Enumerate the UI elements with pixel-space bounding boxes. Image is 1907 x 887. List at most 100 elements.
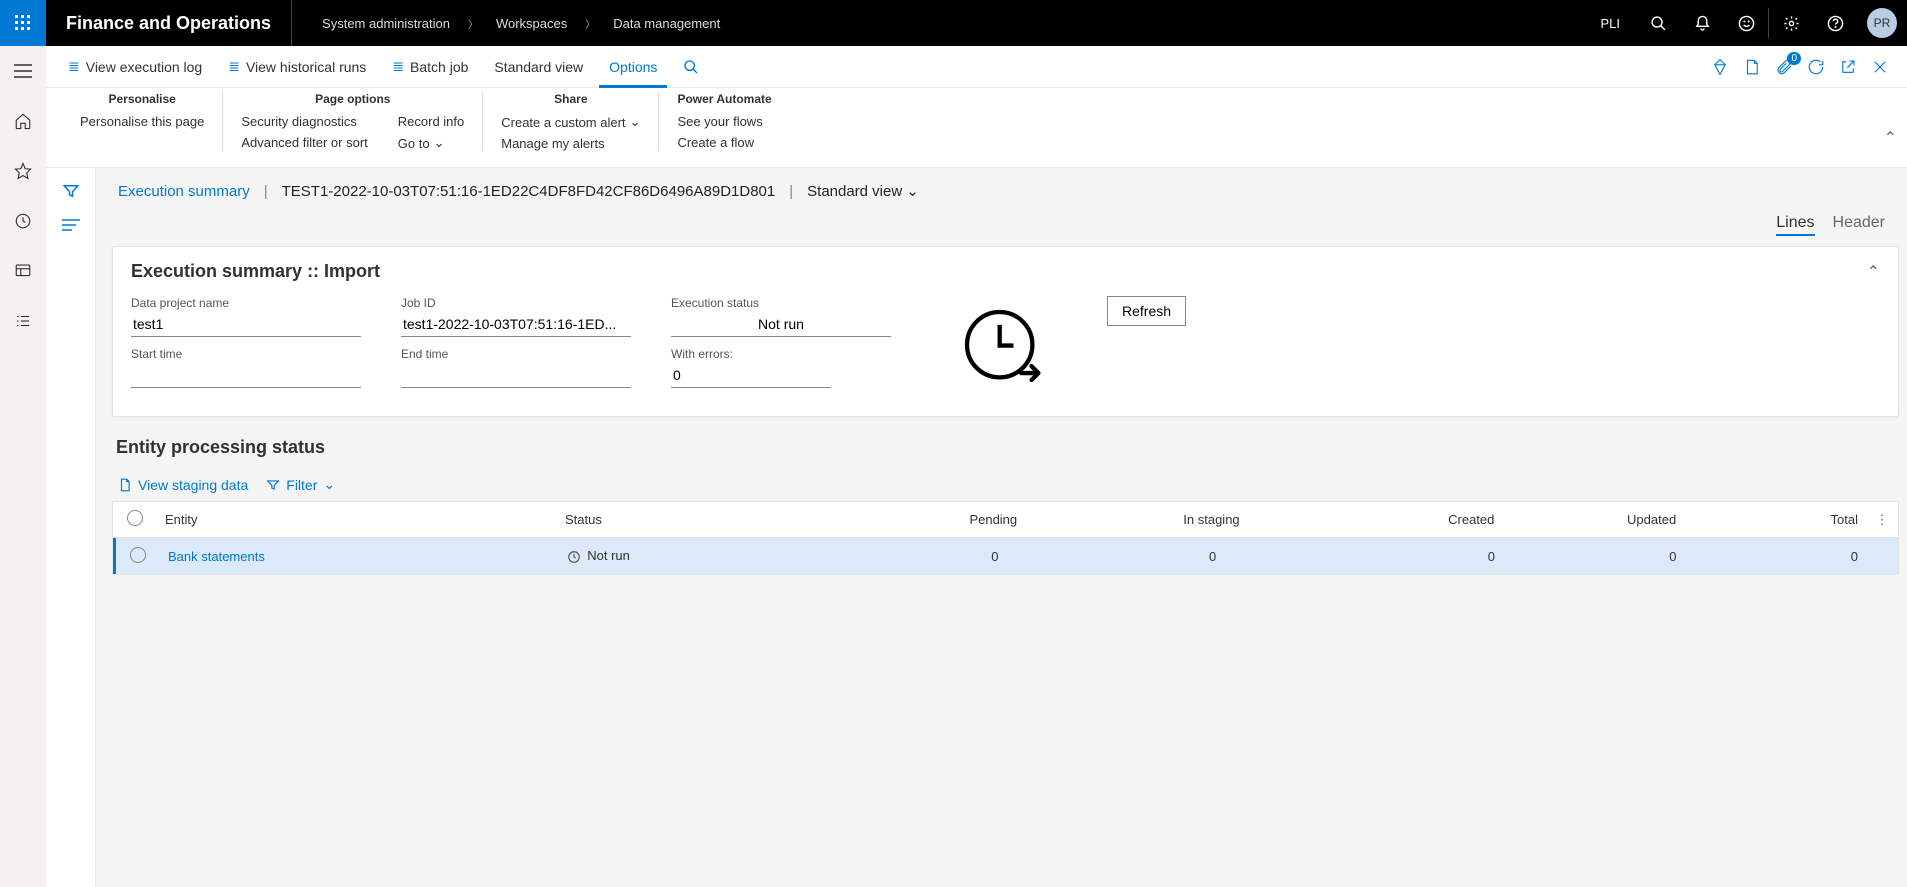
popout-icon[interactable] bbox=[1839, 58, 1857, 76]
cell-total: 0 bbox=[1685, 549, 1867, 564]
link-label: View staging data bbox=[138, 477, 248, 493]
col-updated[interactable]: Updated bbox=[1502, 512, 1684, 527]
view-historical-runs-button[interactable]: ≣ View historical runs bbox=[218, 54, 376, 79]
chevron-down-icon: ⌄ bbox=[323, 476, 335, 493]
view-execution-log-button[interactable]: ≣ View execution log bbox=[58, 54, 212, 79]
record-info-link[interactable]: Record info bbox=[398, 114, 464, 129]
security-diagnostics-link[interactable]: Security diagnostics bbox=[241, 114, 367, 129]
col-pending[interactable]: Pending bbox=[884, 512, 1102, 527]
job-id-field[interactable] bbox=[401, 312, 631, 337]
avatar[interactable]: PR bbox=[1867, 8, 1897, 38]
page-title-link[interactable]: Execution summary bbox=[118, 183, 250, 200]
col-status[interactable]: Status bbox=[557, 512, 884, 527]
modules-icon[interactable] bbox=[0, 302, 46, 340]
label-data-project-name: Data project name bbox=[131, 296, 361, 310]
breadcrumb: System administration 〉 Workspaces 〉 Dat… bbox=[292, 16, 720, 31]
label-job-id: Job ID bbox=[401, 296, 631, 310]
ribbon-group-title: Personalise bbox=[80, 92, 204, 106]
cell-updated: 0 bbox=[1503, 549, 1684, 564]
gear-icon[interactable] bbox=[1769, 0, 1813, 46]
col-in-staging[interactable]: In staging bbox=[1102, 512, 1320, 527]
diamond-icon[interactable] bbox=[1711, 58, 1729, 76]
filter-link[interactable]: Filter ⌄ bbox=[266, 476, 335, 493]
chevron-down-icon: ⌄ bbox=[434, 135, 445, 151]
tab-lines[interactable]: Lines bbox=[1776, 214, 1814, 236]
workspace-icon[interactable] bbox=[0, 252, 46, 290]
environment-label: PLI bbox=[1584, 16, 1636, 31]
ribbon-group-title: Power Automate bbox=[677, 92, 771, 106]
link-label: Filter bbox=[286, 477, 317, 493]
batch-job-button[interactable]: ≣ Batch job bbox=[382, 54, 478, 79]
more-columns-icon[interactable]: ⋮ bbox=[1866, 512, 1898, 528]
home-icon[interactable] bbox=[0, 102, 46, 140]
list-icon: ≣ bbox=[228, 58, 240, 75]
actionbar-right: 0 bbox=[1711, 58, 1895, 76]
actionbar-search-icon[interactable] bbox=[673, 55, 709, 79]
recent-icon[interactable] bbox=[0, 202, 46, 240]
table-row[interactable]: Bank statements Not run 0 0 0 0 0 bbox=[113, 538, 1898, 574]
cell-entity[interactable]: Bank statements bbox=[160, 549, 559, 564]
entity-grid: Entity Status Pending In staging Created… bbox=[112, 501, 1899, 575]
create-a-flow-link[interactable]: Create a flow bbox=[677, 135, 762, 150]
cell-pending: 0 bbox=[886, 549, 1104, 564]
close-icon[interactable] bbox=[1871, 58, 1889, 76]
app-launcher[interactable] bbox=[0, 0, 46, 46]
search-icon[interactable] bbox=[1636, 0, 1680, 46]
ribbon-collapse-icon[interactable]: ⌃ bbox=[1884, 128, 1897, 148]
create-custom-alert-link[interactable]: Create a custom alert ⌄ bbox=[501, 114, 640, 130]
grid-header: Entity Status Pending In staging Created… bbox=[113, 502, 1898, 538]
left-nav bbox=[0, 46, 46, 887]
execution-status-field[interactable] bbox=[671, 312, 891, 337]
job-id-text: TEST1-2022-10-03T07:51:16-1ED22C4DF8FD42… bbox=[282, 183, 776, 200]
options-tab[interactable]: Options bbox=[599, 46, 667, 88]
attachments-icon[interactable]: 0 bbox=[1775, 58, 1793, 76]
filter-icon[interactable] bbox=[62, 182, 80, 200]
end-time-field[interactable] bbox=[401, 363, 631, 388]
actionbar: ≣ View execution log ≣ View historical r… bbox=[46, 46, 1907, 88]
start-time-field[interactable] bbox=[131, 363, 361, 388]
grid-toolbar: View staging data Filter ⌄ bbox=[112, 468, 1899, 501]
select-all-radio[interactable] bbox=[127, 510, 143, 526]
star-icon[interactable] bbox=[0, 152, 46, 190]
see-your-flows-link[interactable]: See your flows bbox=[677, 114, 762, 129]
view-staging-data-link[interactable]: View staging data bbox=[118, 477, 248, 493]
action-label: Batch job bbox=[410, 59, 468, 75]
personalise-this-page-link[interactable]: Personalise this page bbox=[80, 114, 204, 129]
breadcrumb-item[interactable]: Data management bbox=[613, 16, 720, 31]
standard-view-button[interactable]: Standard view bbox=[484, 55, 593, 79]
manage-my-alerts-link[interactable]: Manage my alerts bbox=[501, 136, 640, 151]
panel-collapse-icon[interactable]: ⌃ bbox=[1867, 262, 1880, 282]
col-created[interactable]: Created bbox=[1321, 512, 1503, 527]
help-icon[interactable] bbox=[1813, 0, 1857, 46]
view-selector-label: Standard view bbox=[807, 183, 902, 200]
ribbon-group-power-automate: Power Automate See your flows Create a f… bbox=[659, 92, 789, 151]
hamburger-icon[interactable] bbox=[0, 52, 46, 90]
tab-header[interactable]: Header bbox=[1833, 214, 1885, 236]
app-title: Finance and Operations bbox=[46, 0, 292, 46]
smiley-icon[interactable] bbox=[1724, 0, 1768, 46]
refresh-icon[interactable] bbox=[1807, 58, 1825, 76]
related-info-icon[interactable] bbox=[62, 218, 80, 232]
breadcrumb-item[interactable]: Workspaces bbox=[496, 16, 567, 31]
advanced-filter-link[interactable]: Advanced filter or sort bbox=[241, 135, 367, 150]
col-total[interactable]: Total bbox=[1684, 512, 1866, 527]
col-entity[interactable]: Entity bbox=[157, 512, 557, 527]
topbar-right: PLI PR bbox=[1584, 0, 1907, 46]
breadcrumb-item[interactable]: System administration bbox=[322, 16, 450, 31]
go-to-link[interactable]: Go to ⌄ bbox=[398, 135, 464, 151]
chevron-right-icon: 〉 bbox=[585, 16, 595, 31]
list-icon: ≣ bbox=[68, 58, 80, 75]
ribbon-group-title: Page options bbox=[241, 92, 464, 106]
view-selector[interactable]: Standard view ⌄ bbox=[807, 182, 919, 200]
ribbon-group-share: Share Create a custom alert ⌄ Manage my … bbox=[483, 92, 659, 151]
office-icon[interactable] bbox=[1743, 58, 1761, 76]
label-with-errors: With errors: bbox=[671, 347, 901, 361]
data-project-name-field[interactable] bbox=[131, 312, 361, 337]
label-start-time: Start time bbox=[131, 347, 361, 361]
row-select-radio[interactable] bbox=[130, 547, 146, 563]
with-errors-field[interactable] bbox=[671, 363, 831, 388]
refresh-button[interactable]: Refresh bbox=[1107, 296, 1186, 326]
cell-status-text: Not run bbox=[587, 548, 630, 563]
cell-status: Not run bbox=[559, 548, 886, 564]
bell-icon[interactable] bbox=[1680, 0, 1724, 46]
